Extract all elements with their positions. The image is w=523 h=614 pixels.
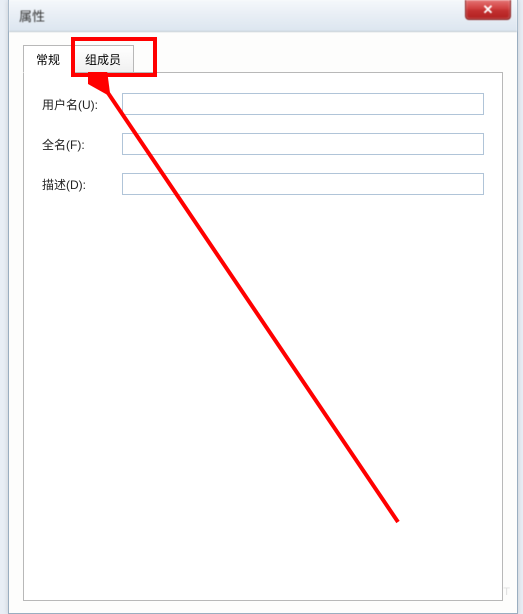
tab-general[interactable]: 常规	[23, 45, 73, 73]
properties-dialog: 属性 ✕ 常规 组成员 用户名(U): 全名(F): 描述(D):	[8, 0, 518, 614]
input-description[interactable]	[122, 173, 484, 195]
row-username: 用户名(U):	[42, 93, 484, 115]
input-fullname[interactable]	[122, 133, 484, 155]
tab-strip: 常规 组成员	[23, 45, 503, 73]
label-username: 用户名(U):	[42, 96, 122, 113]
titlebar: 属性 ✕	[9, 0, 517, 32]
row-description: 描述(D):	[42, 173, 484, 195]
tab-members[interactable]: 组成员	[72, 45, 134, 73]
input-username[interactable]	[122, 93, 484, 115]
window-title: 属性	[19, 6, 45, 25]
close-button[interactable]: ✕	[465, 0, 511, 20]
close-icon: ✕	[483, 2, 494, 18]
row-fullname: 全名(F):	[42, 133, 484, 155]
label-description: 描述(D):	[42, 176, 122, 193]
dialog-content: 常规 组成员 用户名(U): 全名(F): 描述(D):	[9, 32, 517, 613]
tab-panel-general: 用户名(U): 全名(F): 描述(D):	[23, 72, 503, 601]
label-fullname: 全名(F):	[42, 136, 122, 153]
